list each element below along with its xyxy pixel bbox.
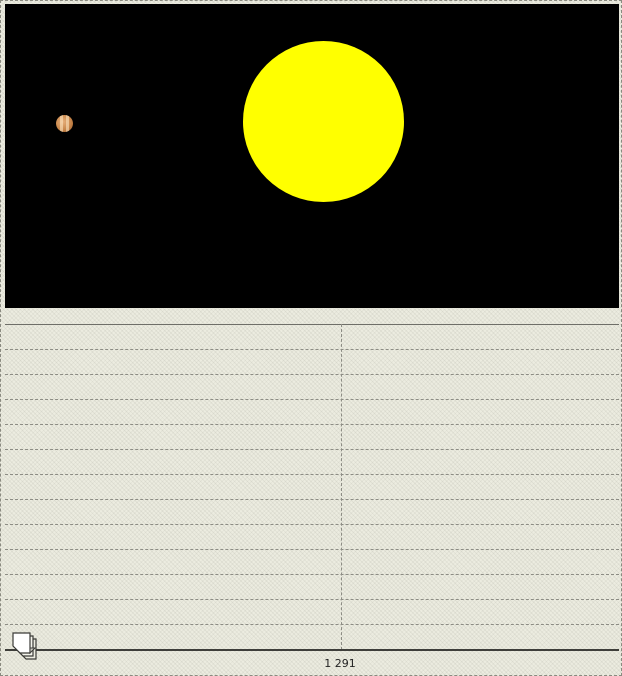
grid-line [5, 524, 619, 525]
pages-icon-graphic [12, 632, 37, 660]
grid-line [5, 449, 619, 450]
grid-line [5, 424, 619, 425]
data-grid[interactable] [5, 308, 619, 652]
status-bar-divider [5, 649, 619, 651]
grid-line [5, 399, 619, 400]
sun[interactable] [243, 41, 404, 202]
grid-line [5, 599, 619, 600]
grid-line [5, 374, 619, 375]
record-counter: 1 291 [324, 657, 356, 670]
column-divider [341, 324, 342, 650]
grid-line [5, 549, 619, 550]
grid-line [5, 474, 619, 475]
planet[interactable] [56, 115, 73, 132]
grid-line [5, 499, 619, 500]
grid-line [5, 349, 619, 350]
planet-band [66, 115, 69, 132]
grid-line [5, 324, 619, 325]
grid-line [5, 624, 619, 625]
space-view[interactable] [5, 4, 619, 308]
pages-icon[interactable] [10, 629, 44, 665]
grid-line [5, 574, 619, 575]
planet-band [60, 115, 63, 132]
